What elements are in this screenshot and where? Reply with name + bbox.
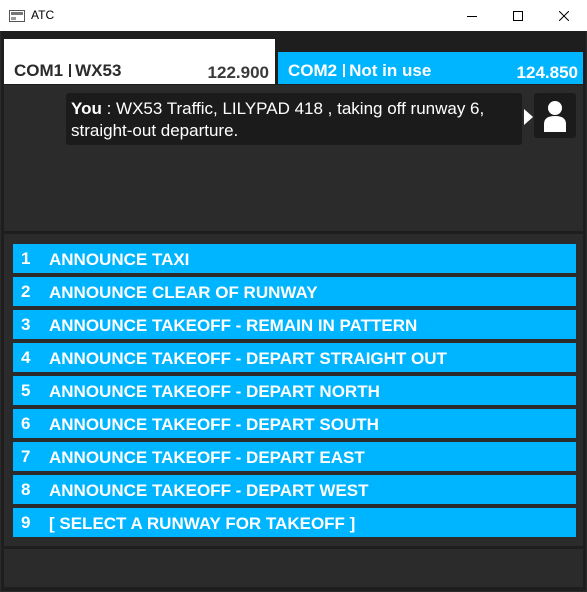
message-body: WX53 Traffic, LILYPAD 418 , taking off r… — [71, 99, 485, 140]
menu-item-label: ANNOUNCE TAXI — [49, 250, 190, 269]
window-title: ATC — [31, 8, 55, 22]
message-text: You : WX53 Traffic, LILYPAD 418 , taking… — [71, 98, 516, 142]
menu-item-label: [ SELECT A RUNWAY FOR TAKEOFF ] — [49, 514, 356, 533]
menu-item-9[interactable]: 9 [ SELECT A RUNWAY FOR TAKEOFF ] — [13, 508, 576, 537]
menu-item-label: ANNOUNCE TAKEOFF - DEPART WEST — [49, 481, 369, 500]
maximize-button[interactable] — [495, 0, 541, 31]
menu-item-number: 7 — [21, 447, 31, 466]
menu-item-8[interactable]: 8 ANNOUNCE TAKEOFF - DEPART WEST — [13, 475, 576, 504]
atc-menu: 1 ANNOUNCE TAXI 2 ANNOUNCE CLEAR OF RUNWAY… — [4, 234, 583, 546]
menu-item-label: ANNOUNCE TAKEOFF - REMAIN IN PATTERN — [49, 316, 418, 335]
message-separator: : — [101, 99, 117, 118]
menu-item-label: ANNOUNCE TAKEOFF - DEPART STRAIGHT OUT — [49, 349, 447, 368]
com1-name: COM1 — [14, 61, 64, 80]
com2-separator — [343, 64, 346, 77]
menu-item-label: ANNOUNCE CLEAR OF RUNWAY — [49, 283, 318, 302]
com1-station: WX53 — [75, 61, 122, 80]
maximize-icon — [513, 10, 523, 21]
atc-panel: COM1 WX53 122.900 COM2 Not in use 124.850 … — [1, 31, 586, 591]
menu-item-number: 4 — [21, 348, 31, 367]
footer-panel — [4, 549, 583, 587]
menu-item-number: 9 — [21, 513, 31, 532]
com1-frequency: 122.900 — [207, 63, 269, 82]
com2-name: COM2 — [288, 61, 338, 80]
bubble-pointer — [524, 109, 533, 125]
menu-item-number: 6 — [21, 414, 31, 433]
title-bar: ATC — [0, 0, 587, 31]
message-bubble: You : WX53 Traffic, LILYPAD 418 , taking… — [66, 93, 522, 145]
menu-item-5[interactable]: 5 ANNOUNCE TAKEOFF - DEPART NORTH — [13, 376, 576, 405]
user-icon — [544, 101, 566, 132]
com2-station: Not in use — [349, 61, 432, 80]
menu-item-label: ANNOUNCE TAKEOFF - DEPART SOUTH — [49, 415, 379, 434]
menu-item-label: ANNOUNCE TAKEOFF - DEPART EAST — [49, 448, 365, 467]
menu-item-3[interactable]: 3 ANNOUNCE TAKEOFF - REMAIN IN PATTERN — [13, 310, 576, 339]
message-speaker: You — [71, 99, 102, 118]
com2-label: COM2 Not in use — [288, 61, 431, 81]
menu-item-7[interactable]: 7 ANNOUNCE TAKEOFF - DEPART EAST — [13, 442, 576, 471]
minimize-icon — [467, 15, 477, 17]
minimize-button[interactable] — [449, 0, 495, 31]
com2-frequency: 124.850 — [516, 63, 578, 82]
app-icon — [9, 9, 25, 22]
com1-separator — [69, 64, 72, 77]
menu-item-6[interactable]: 6 ANNOUNCE TAKEOFF - DEPART SOUTH — [13, 409, 576, 438]
avatar — [534, 93, 576, 138]
com2-tab[interactable]: COM2 Not in use 124.850 — [278, 52, 583, 84]
com1-label: COM1 WX53 — [14, 61, 121, 81]
menu-item-number: 3 — [21, 315, 31, 334]
menu-item-4[interactable]: 4 ANNOUNCE TAKEOFF - DEPART STRAIGHT OUT — [13, 343, 576, 372]
com1-tab[interactable]: COM1 WX53 122.900 — [4, 39, 275, 84]
menu-item-number: 1 — [21, 249, 31, 268]
menu-item-label: ANNOUNCE TAKEOFF - DEPART NORTH — [49, 382, 380, 401]
chat-log: You : WX53 Traffic, LILYPAD 418 , taking… — [4, 85, 583, 231]
menu-item-number: 8 — [21, 480, 31, 499]
close-button[interactable] — [541, 0, 587, 31]
close-icon — [559, 10, 569, 21]
menu-item-number: 5 — [21, 381, 31, 400]
menu-item-1[interactable]: 1 ANNOUNCE TAXI — [13, 244, 576, 273]
menu-item-number: 2 — [21, 282, 31, 301]
menu-item-2[interactable]: 2 ANNOUNCE CLEAR OF RUNWAY — [13, 277, 576, 306]
